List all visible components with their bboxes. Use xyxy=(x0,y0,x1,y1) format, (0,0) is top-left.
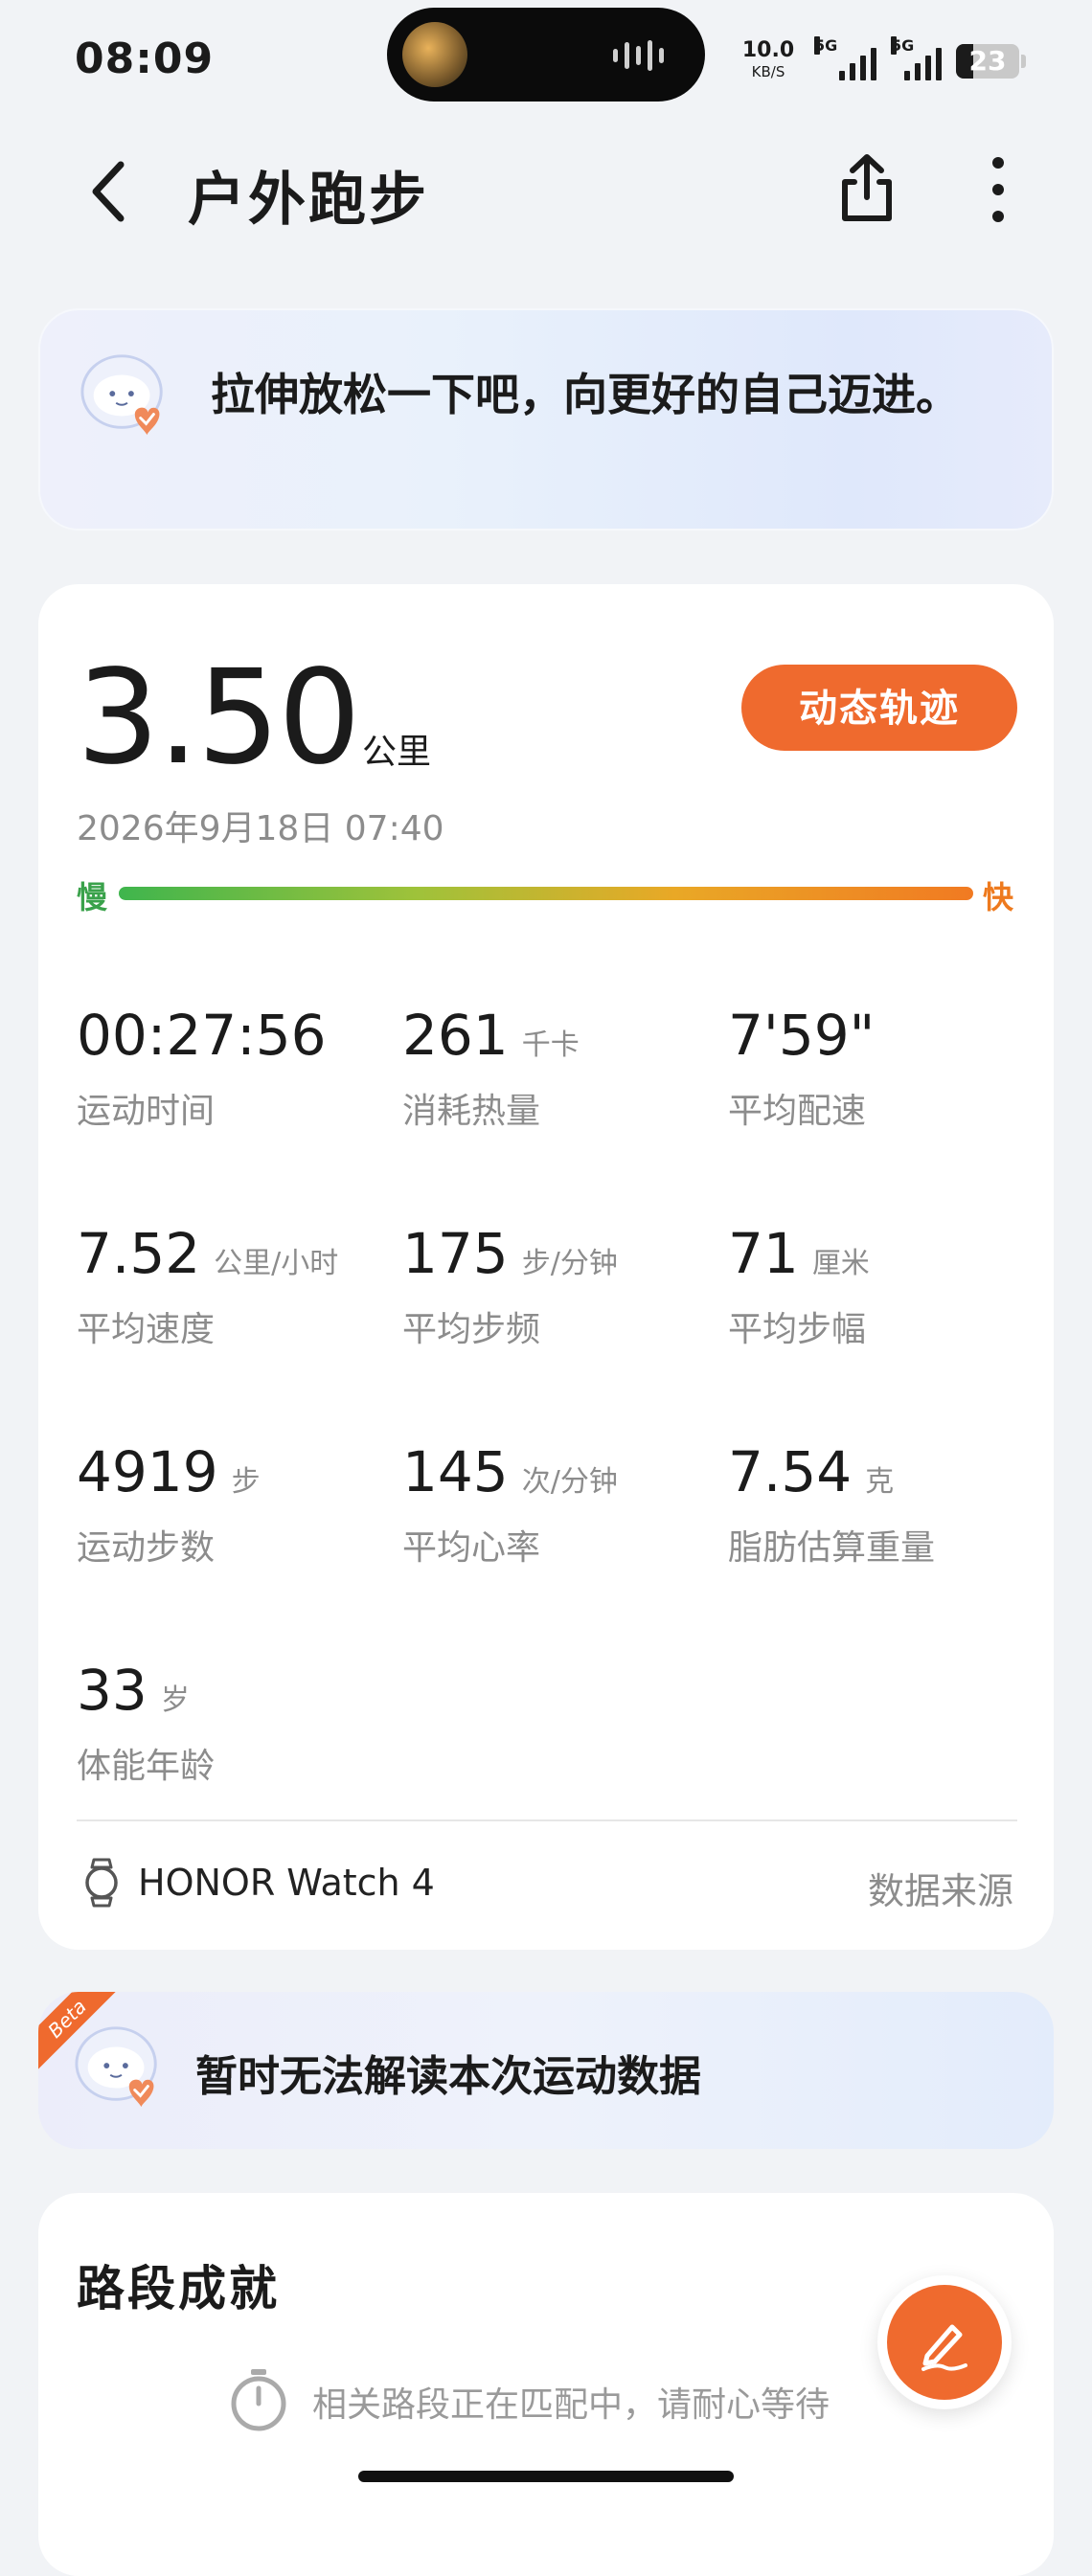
audio-wave-icon xyxy=(613,39,671,72)
stat-value: 7'59" xyxy=(728,1003,876,1068)
stat-label: 体能年龄 xyxy=(77,1747,216,1786)
pace-gradient-bar xyxy=(119,887,973,900)
stat-label: 脂肪估算重量 xyxy=(728,1528,936,1568)
stat-label: 平均步频 xyxy=(402,1310,541,1349)
stat-fitness-age: 33 岁 体能年龄 xyxy=(77,1659,215,1788)
battery-icon: 23 xyxy=(956,44,1019,79)
segment-title: 路段成就 xyxy=(77,2261,280,2316)
stat-unit: 千卡 xyxy=(521,1028,580,1062)
mascot-icon xyxy=(80,354,163,436)
battery-nub xyxy=(1021,55,1026,68)
analysis-text: 暂时无法解读本次运动数据 xyxy=(195,2052,701,2101)
stat-heart-rate: 145 次/分钟 平均心率 xyxy=(402,1440,618,1570)
stat-value: 33 xyxy=(77,1658,148,1723)
data-source-link[interactable]: 数据来源 xyxy=(868,1862,1013,1914)
stat-avg-speed: 7.52 公里/小时 平均速度 xyxy=(77,1222,338,1351)
stat-value: 71 xyxy=(728,1221,799,1286)
stat-fat-burned: 7.54 克 脂肪估算重量 xyxy=(728,1440,935,1570)
sim2-label: 5G xyxy=(891,36,915,55)
divider xyxy=(77,1819,1017,1821)
analysis-card[interactable]: Beta 暂时无法解读本次运动数据 xyxy=(38,1992,1054,2149)
stat-label: 运动步数 xyxy=(77,1528,216,1568)
timer-icon xyxy=(231,2369,286,2431)
battery-level: 23 xyxy=(968,45,1007,77)
stat-unit: 次/分钟 xyxy=(521,1465,618,1499)
segment-status-text: 相关路段正在匹配中，请耐心等待 xyxy=(312,2385,830,2425)
stat-value: 145 xyxy=(402,1439,509,1504)
stat-cadence: 175 步/分钟 平均步频 xyxy=(402,1222,618,1351)
stat-value: 7.52 xyxy=(77,1221,201,1286)
tip-card: 拉伸放松一下吧，向更好的自己迈进。 xyxy=(38,308,1054,531)
fab-inner xyxy=(887,2285,1002,2400)
stat-label: 平均心率 xyxy=(402,1528,541,1568)
pace-fast-label: 快 xyxy=(983,879,1014,915)
back-button[interactable] xyxy=(80,153,142,230)
share-button[interactable] xyxy=(833,149,900,226)
more-button[interactable] xyxy=(979,153,1017,226)
signal-5g-icon: 5G xyxy=(814,36,881,80)
stat-label: 平均步幅 xyxy=(728,1310,867,1349)
dynamic-island[interactable] xyxy=(387,8,705,102)
share-icon xyxy=(842,154,892,221)
stat-avg-pace: 7'59" 平均配速 xyxy=(728,1004,888,1133)
stat-unit: 岁 xyxy=(160,1683,190,1717)
stat-value: 7.54 xyxy=(728,1439,853,1504)
stat-duration: 00:27:56 运动时间 xyxy=(77,1004,340,1133)
stat-unit: 步/分钟 xyxy=(521,1247,618,1280)
net-speed-unit: KB/S xyxy=(751,63,785,80)
signal-5g-icon-2: 5G xyxy=(891,36,948,80)
mascot-icon xyxy=(75,2026,157,2108)
page-title: 户外跑步 xyxy=(188,167,429,234)
home-indicator[interactable] xyxy=(358,2471,734,2482)
chevron-left-icon xyxy=(92,161,125,222)
distance-unit: 公里 xyxy=(362,733,432,772)
workout-date: 2026年9月18日 07:40 xyxy=(77,809,444,848)
stat-value: 175 xyxy=(402,1221,509,1286)
stat-calories: 261 千卡 消耗热量 xyxy=(402,1004,580,1133)
stat-label: 消耗热量 xyxy=(402,1092,541,1131)
status-time: 08:09 xyxy=(75,34,215,83)
stat-unit: 公里/小时 xyxy=(214,1247,339,1280)
net-speed-value: 10.0 xyxy=(741,38,795,62)
pace-slow-label: 慢 xyxy=(77,879,108,915)
tip-text: 拉伸放松一下吧，向更好的自己迈进。 xyxy=(211,369,960,420)
sim1-label: 5G xyxy=(814,36,838,55)
stat-label: 平均配速 xyxy=(728,1092,867,1131)
distance-value: 3.50 xyxy=(77,643,361,794)
stat-unit: 克 xyxy=(865,1465,895,1499)
workout-summary-card: 3.50 公里 动态轨迹 2026年9月18日 07:40 慢 快 00:27:… xyxy=(38,584,1054,1950)
pen-icon xyxy=(921,2324,967,2371)
album-art-icon xyxy=(402,22,467,87)
stat-stride: 71 厘米 平均步幅 xyxy=(728,1222,870,1351)
stat-label: 平均速度 xyxy=(77,1310,216,1349)
stat-steps: 4919 步 运动步数 xyxy=(77,1440,261,1570)
network-speed: 10.0 KB/S xyxy=(739,40,797,82)
stat-value: 4919 xyxy=(77,1439,218,1504)
device-name: HONOR Watch 4 xyxy=(138,1862,435,1904)
stat-value: 261 xyxy=(402,1003,509,1068)
watch-icon xyxy=(85,1858,118,1908)
stat-unit: 步 xyxy=(231,1465,261,1499)
stat-value: 00:27:56 xyxy=(77,1003,327,1068)
stat-unit: 厘米 xyxy=(811,1247,870,1280)
more-vertical-icon xyxy=(992,157,1004,222)
dynamic-track-button[interactable]: 动态轨迹 xyxy=(741,665,1017,751)
stat-label: 运动时间 xyxy=(77,1092,216,1131)
edit-fab-button[interactable] xyxy=(877,2275,1012,2409)
